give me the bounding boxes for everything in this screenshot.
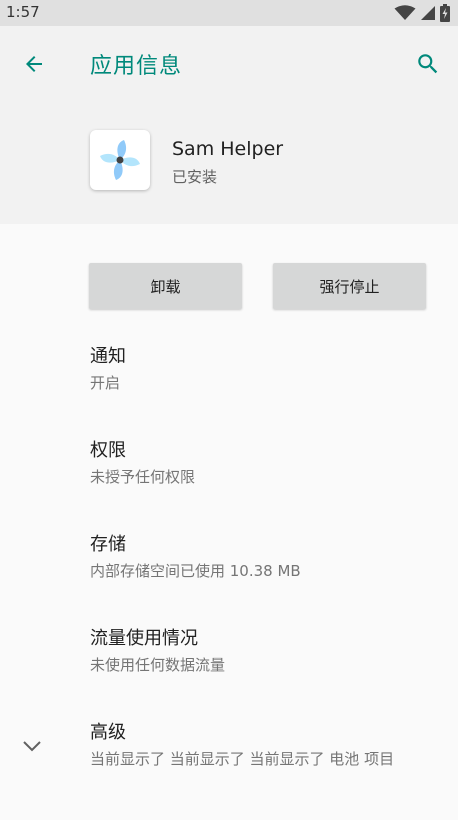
app-name: Sam Helper [172,138,284,160]
app-install-status: 已安装 [172,168,218,186]
page-title: 应用信息 [90,54,183,79]
force-stop-button[interactable]: 强行停止 [273,263,426,309]
back-button[interactable] [14,46,54,82]
settings-item-permissions[interactable]: 权限 未授予任何权限 [90,439,448,488]
status-icons [394,4,450,22]
item-title: 高级 [90,722,126,743]
chevron-down-icon[interactable] [20,736,44,756]
status-bar: 1:57 [0,0,458,26]
battery-icon [440,4,450,22]
uninstall-button[interactable]: 卸载 [89,263,242,309]
settings-item-data-usage[interactable]: 流量使用情况 未使用任何数据流量 [90,627,448,676]
item-summary: 开启 [90,374,121,392]
item-title: 权限 [90,440,126,461]
wifi-icon [394,5,416,20]
pinwheel-icon [100,140,140,180]
item-title: 存储 [90,534,126,555]
signal-icon [421,6,435,20]
app-icon [90,130,150,190]
app-header: 应用信息 Sam Helper 已安装 [0,26,458,224]
arrow-back-icon [26,56,42,72]
item-title: 流量使用情况 [90,628,198,649]
settings-item-storage[interactable]: 存储 内部存储空间已使用 10.38 MB [90,533,448,582]
item-title: 通知 [90,346,126,367]
item-summary: 当前显示了 当前显示了 当前显示了 电池 项目 [90,750,395,768]
settings-item-notifications[interactable]: 通知 开启 [90,345,448,394]
settings-item-advanced[interactable]: 高级 当前显示了 当前显示了 当前显示了 电池 项目 [90,721,442,770]
search-button[interactable] [408,46,448,82]
status-time: 1:57 [6,3,40,21]
item-summary: 内部存储空间已使用 10.38 MB [90,562,301,580]
search-icon [418,54,438,74]
item-summary: 未使用任何数据流量 [90,656,226,674]
item-summary: 未授予任何权限 [90,468,196,486]
